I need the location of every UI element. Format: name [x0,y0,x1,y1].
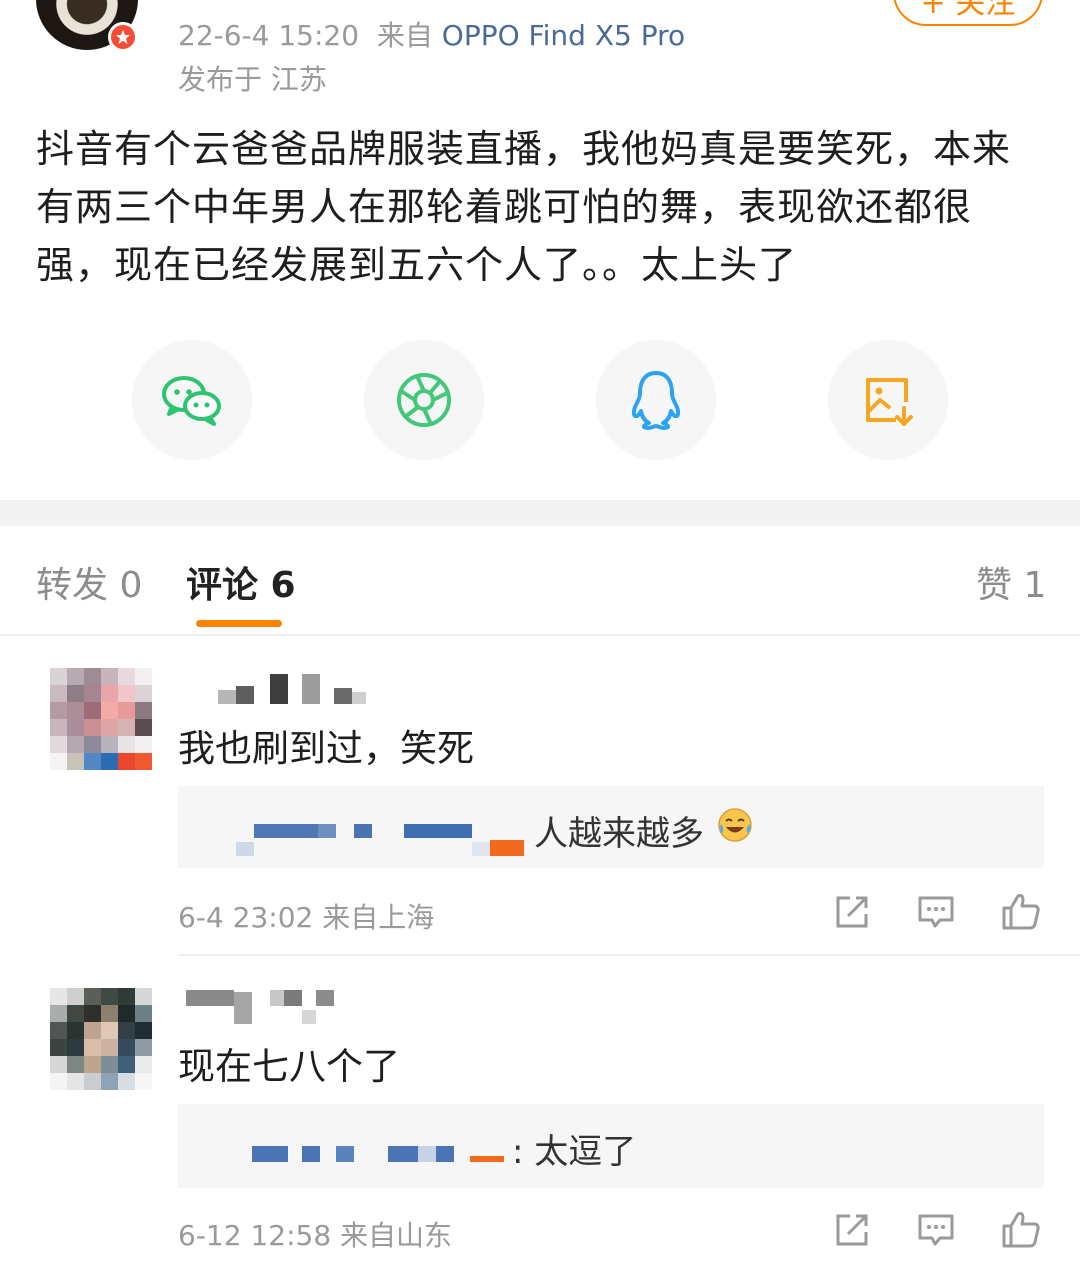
comment-time: 6-12 12:58 [178,1219,332,1252]
commenter-name-redacted[interactable] [186,990,334,1024]
commenter-avatar[interactable] [50,988,152,1090]
comment-location: 来自上海 [322,901,435,934]
reply-author-redacted[interactable] [252,1142,504,1162]
tab-comments[interactable]: 评论 6 [186,556,296,608]
tab-likes[interactable]: 赞 1 [976,556,1046,608]
post-meta: 22-6-4 15:20 来自 OPPO Find X5 Pro [178,14,685,54]
tabs-divider [0,634,1080,636]
comment-icon [918,1214,954,1246]
thumbs-up-icon [1002,1212,1040,1248]
comment-location: 来自山东 [340,1219,453,1252]
share-arrow-icon [836,896,868,928]
reply-comment-button[interactable] [916,1210,960,1254]
post-source-prefix: 来自 [376,19,433,52]
comment-meta: 6-4 23:02 来自上海 [178,896,434,936]
share-wechat-button[interactable] [132,340,252,460]
active-tab-indicator [196,620,282,627]
share-arrow-icon [836,1214,868,1246]
comment-divider [178,954,1080,956]
post-text: 抖音有个云爸爸品牌服装直播，我他妈真是要笑死，本来有两三个中年男人在那轮着跳可怕… [36,127,1012,287]
reply-text: : 太逗了 [512,1132,637,1172]
follow-button[interactable]: + 关注 [893,0,1043,26]
post-timestamp: 22-6-4 15:20 [178,19,360,52]
moments-icon [397,373,451,427]
like-comment-button[interactable] [1000,890,1044,934]
save-image-button[interactable] [828,340,948,460]
thumbs-up-icon [1002,894,1040,930]
reply-text: 人越来越多 [534,814,704,854]
verified-badge-icon [108,22,138,52]
reply-author-redacted[interactable] [236,822,524,856]
like-comment-button[interactable] [1000,1208,1044,1252]
comment-text: 我也刷到过，笑死 [178,727,474,770]
post-device[interactable]: OPPO Find X5 Pro [442,19,685,52]
laughing-crying-emoji-icon [716,806,754,844]
comment-text: 现在七八个了 [178,1045,400,1088]
qq-icon [631,371,681,430]
comment-time: 6-4 23:02 [178,901,314,934]
tab-reposts[interactable]: 转发 0 [36,556,142,608]
repost-comment-button[interactable] [832,892,876,936]
commenter-name-redacted[interactable] [218,672,366,704]
comment-meta: 6-12 12:58 来自山东 [178,1214,452,1254]
reply-comment-button[interactable] [916,892,960,936]
post-location: 发布于 江苏 [178,63,327,96]
share-moments-button[interactable] [364,340,484,460]
commenter-avatar[interactable] [50,668,152,770]
wechat-icon [162,376,221,426]
repost-comment-button[interactable] [832,1210,876,1254]
section-divider [0,500,1080,526]
share-qq-button[interactable] [596,340,716,460]
save-image-icon [866,378,913,426]
comment-icon [918,896,954,928]
